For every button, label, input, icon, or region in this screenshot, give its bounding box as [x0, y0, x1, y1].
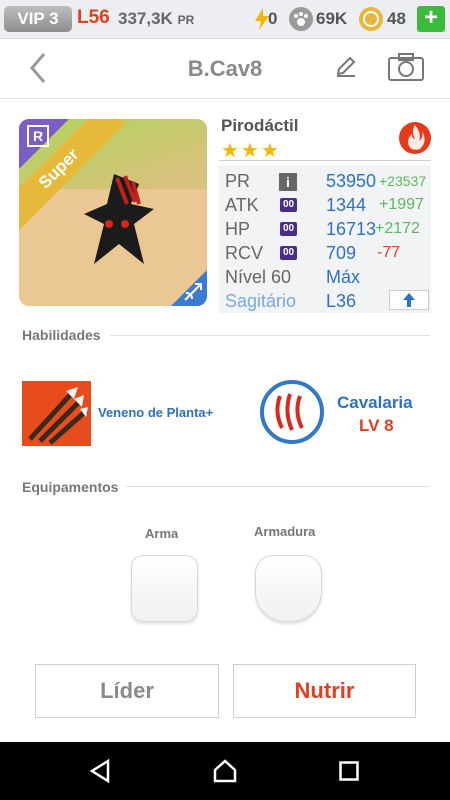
monster-portrait[interactable]: Super R — [19, 119, 207, 306]
armor-slot[interactable] — [255, 555, 322, 622]
stat-label-rcv: RCV — [225, 243, 264, 263]
stat-value-atk: 1344 — [326, 195, 367, 215]
page-title: B.Cav8 — [187, 56, 263, 81]
vip-badge[interactable]: VIP 3 — [4, 6, 72, 32]
equipment-heading: Equipamentos — [22, 479, 119, 495]
nav-back-icon[interactable] — [88, 759, 112, 783]
zodiac-level: L36 — [326, 291, 357, 311]
stat-label-atk: ATK — [225, 195, 259, 215]
level-value: Máx — [326, 267, 361, 287]
fire-element-icon — [399, 122, 431, 154]
level-label: Nível 60 — [225, 267, 292, 287]
rcv-chip: 00 — [280, 246, 297, 260]
camera-icon[interactable] — [387, 52, 425, 82]
edit-pencil-icon[interactable] — [334, 54, 358, 78]
hp-chip: 00 — [280, 222, 297, 236]
stat-value-rcv: 709 — [326, 243, 357, 263]
player-level: L56 — [77, 7, 110, 28]
player-power-unit: PR — [177, 13, 195, 27]
rank-badge: R — [27, 125, 49, 147]
stat-value-pr: 53950 — [326, 171, 377, 191]
coin-icon — [359, 7, 383, 31]
nav-recents-icon[interactable] — [339, 761, 359, 781]
stat-label-pr: PR — [225, 171, 251, 191]
name-divider — [219, 160, 431, 161]
abilities-heading: Habilidades — [22, 327, 101, 343]
stat-bonus-hp: +2172 — [375, 220, 420, 237]
system-nav-bar — [0, 742, 450, 800]
monster-image — [84, 174, 154, 264]
equipment-divider — [125, 486, 430, 487]
energy-count: 0 — [268, 9, 278, 28]
atk-chip: 00 — [280, 198, 297, 212]
leader-button[interactable]: Líder — [35, 664, 219, 718]
armor-label: Armadura — [254, 524, 316, 539]
paw-icon — [289, 7, 313, 31]
stat-bonus-rcv: -77 — [377, 244, 401, 261]
abilities-divider — [110, 335, 430, 336]
bow-class-icon — [184, 283, 202, 301]
zodiac-label: Sagitário — [225, 291, 297, 311]
stat-bonus-atk: +1997 — [379, 196, 424, 213]
coin-count: 48 — [387, 9, 406, 28]
claw-arrows-icon — [28, 387, 88, 445]
nav-home-icon[interactable] — [212, 758, 238, 784]
page-header: B.Cav8 — [0, 38, 450, 99]
weapon-slot[interactable] — [131, 555, 198, 622]
add-coins-button[interactable]: + — [417, 6, 445, 32]
upgrade-button[interactable] — [389, 290, 429, 310]
weapon-label: Arma — [145, 526, 179, 541]
stat-bonus-pr: +23537 — [379, 173, 427, 189]
stat-label-hp: HP — [225, 219, 251, 239]
monster-name: Pirodáctil — [221, 116, 299, 135]
info-icon[interactable]: i — [279, 173, 297, 191]
claw-marks-icon — [275, 393, 304, 431]
skill-cavalaria-icon[interactable] — [260, 380, 324, 444]
paw-count: 69K — [316, 9, 348, 28]
skill-veneno-name[interactable]: Veneno de Planta+ — [98, 405, 213, 420]
skill-cavalaria-level: LV 8 — [359, 416, 394, 435]
player-power: 337,3K PR — [118, 9, 194, 29]
up-arrow-icon — [403, 293, 415, 307]
top-resource-bar: VIP 3 L56 337,3K PR 0 69K 48 + — [0, 0, 450, 39]
skill-cavalaria-name[interactable]: Cavalaria — [337, 393, 413, 413]
skill-veneno-card[interactable] — [22, 381, 91, 446]
feed-button[interactable]: Nutrir — [233, 664, 416, 718]
stat-value-hp: 16713 — [326, 219, 377, 239]
player-power-value: 337,3K — [118, 9, 173, 28]
stats-panel: PR i 53950 +23537 ATK 00 1344 +1997 HP 0… — [219, 165, 431, 313]
